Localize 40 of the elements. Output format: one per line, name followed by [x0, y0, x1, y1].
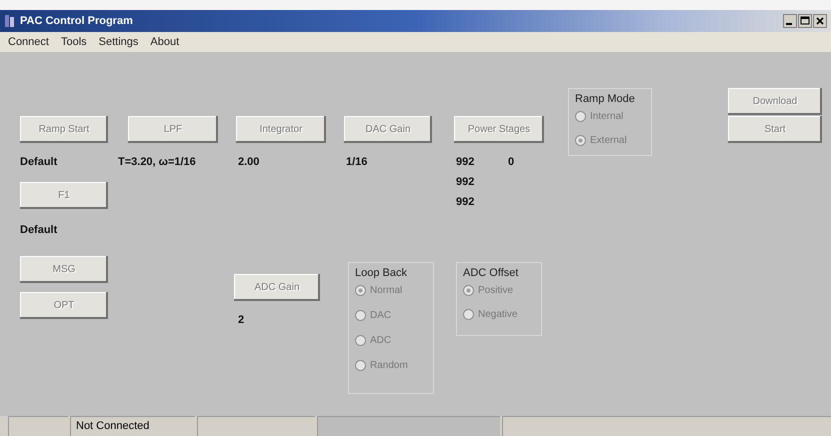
radio-button[interactable] [355, 310, 366, 321]
menu-item[interactable]: Tools [60, 36, 87, 48]
window-title: PAC Control Program [20, 15, 133, 27]
radio-button[interactable] [463, 309, 474, 320]
group-title: Ramp Mode [575, 93, 635, 105]
radio-label: Normal [370, 285, 402, 296]
radio-label: External [590, 135, 627, 146]
value-label: 992 [456, 196, 474, 208]
radio-button[interactable] [575, 135, 586, 146]
value-label: 992 [456, 176, 474, 188]
value-label: 0 [508, 156, 514, 168]
radio-button[interactable] [355, 285, 366, 296]
radio-label: Random [370, 360, 408, 371]
radio-label: Internal [590, 111, 624, 122]
radio-button[interactable] [463, 285, 474, 296]
radio-button[interactable] [355, 360, 366, 371]
menu-item[interactable]: About [150, 36, 180, 48]
value-label: 1/16 [346, 156, 368, 168]
radio-label: Positive [478, 285, 514, 296]
radio-label: Negative [478, 309, 518, 320]
group-title: ADC Offset [463, 267, 518, 279]
radio-button[interactable] [575, 111, 586, 122]
menu-item[interactable]: Settings [98, 36, 138, 48]
value-label: T=3.20, ω=1/16 [118, 156, 196, 168]
radio-button[interactable] [355, 335, 366, 346]
radio-label: DAC [370, 310, 392, 321]
maximize-button[interactable] [798, 14, 812, 28]
status-panel [8, 416, 68, 436]
group-title: Loop Back [355, 267, 407, 279]
value-label: 992 [456, 156, 474, 168]
menu-item[interactable]: Connect [8, 36, 49, 48]
minimize-button[interactable] [783, 14, 797, 28]
status-text: Not Connected [70, 416, 195, 436]
value-label: Default [20, 156, 58, 168]
value-label: Default [20, 224, 58, 236]
close-button[interactable] [813, 14, 827, 28]
app-icon [4, 14, 16, 28]
value-label: 2 [238, 314, 244, 326]
value-label: 2.00 [238, 156, 260, 168]
radio-label: ADC [370, 335, 392, 346]
